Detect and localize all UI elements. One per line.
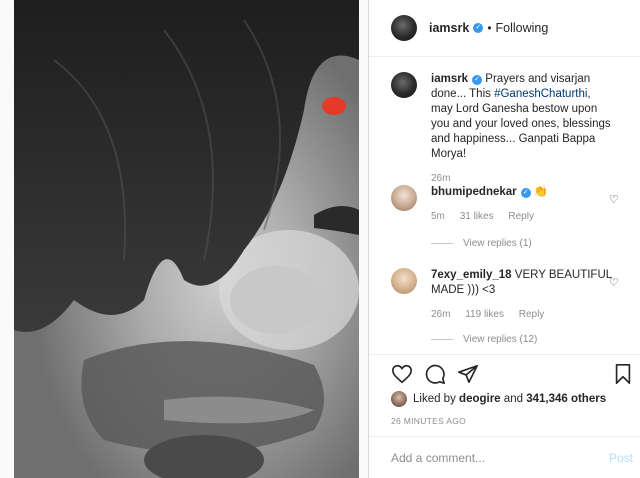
post-photo[interactable] [14, 0, 359, 478]
comment-time: 5m [431, 211, 445, 222]
liked-by-prefix: Liked by [413, 393, 456, 405]
reply-button[interactable]: Reply [508, 211, 534, 222]
share-icon[interactable] [457, 363, 479, 385]
view-replies-label[interactable]: View replies (1) [463, 238, 532, 249]
liker-username[interactable]: deogire [459, 393, 501, 405]
heart-icon[interactable] [391, 363, 413, 385]
caption: iamsrk ✓ Prayers and visarjan done... Thi… [391, 72, 615, 186]
comment-time: 26m [431, 309, 451, 320]
bookmark-icon[interactable] [613, 363, 633, 385]
comment-item: bhumipednekar ✓ 👏 5m 31 likes Reply [391, 185, 615, 224]
comment-like-heart-icon[interactable]: ♡ [609, 276, 619, 289]
red-tilak-mark [322, 97, 346, 115]
following-button[interactable]: Following [496, 21, 549, 35]
liked-by-and: and [503, 393, 523, 405]
reply-button[interactable]: Reply [519, 309, 545, 320]
add-comment-bar: Post [369, 436, 640, 478]
reply-divider [431, 243, 453, 244]
view-replies[interactable]: View replies (12) [431, 334, 537, 345]
caption-avatar[interactable] [391, 72, 417, 98]
comment-item: 7exy_emily_18 VERY BEAUTIFUL MADE ))) <3… [391, 268, 615, 322]
liked-by: Liked by deogire and 341,346 others [391, 391, 606, 407]
verified-badge-icon: ✓ [520, 188, 531, 198]
view-replies[interactable]: View replies (1) [431, 238, 532, 249]
post-timestamp[interactable]: 26 MINUTES AGO [391, 416, 466, 426]
post-button[interactable]: Post [609, 451, 633, 465]
portrait-image [14, 0, 359, 478]
commenter-avatar[interactable] [391, 268, 417, 294]
comment-likes[interactable]: 119 likes [465, 309, 504, 320]
hashtag-link[interactable]: #GaneshChaturthi [494, 88, 587, 100]
comment-icon[interactable] [424, 363, 446, 385]
header-username[interactable]: iamsrk [429, 21, 469, 35]
reply-divider [431, 339, 453, 340]
comment-username[interactable]: 7exy_emily_18 [431, 269, 512, 281]
avatar[interactable] [391, 15, 417, 41]
caption-username[interactable]: iamsrk [431, 73, 468, 85]
liker-avatar[interactable] [391, 391, 407, 407]
likes-count[interactable]: 341,346 others [526, 393, 606, 405]
commenter-avatar[interactable] [391, 185, 417, 211]
post-actions: Liked by deogire and 341,346 others 26 M… [369, 354, 640, 436]
view-replies-label[interactable]: View replies (12) [463, 334, 537, 345]
comment-likes[interactable]: 31 likes [460, 211, 494, 222]
caption-time: 26m [431, 173, 451, 184]
post-detail-panel: iamsrk ✓ • Following iamsrk ✓ Prayers and… [368, 0, 640, 478]
verified-badge-icon: ✓ [473, 23, 484, 33]
comment-username[interactable]: bhumipednekar [431, 186, 517, 198]
comment-like-heart-icon[interactable]: ♡ [609, 193, 619, 206]
comment-input[interactable] [391, 450, 591, 465]
clap-emoji: 👏 [533, 186, 549, 198]
verified-badge-icon: ✓ [472, 75, 483, 85]
separator-dot: • [487, 21, 492, 35]
post-header: iamsrk ✓ • Following [369, 0, 640, 57]
